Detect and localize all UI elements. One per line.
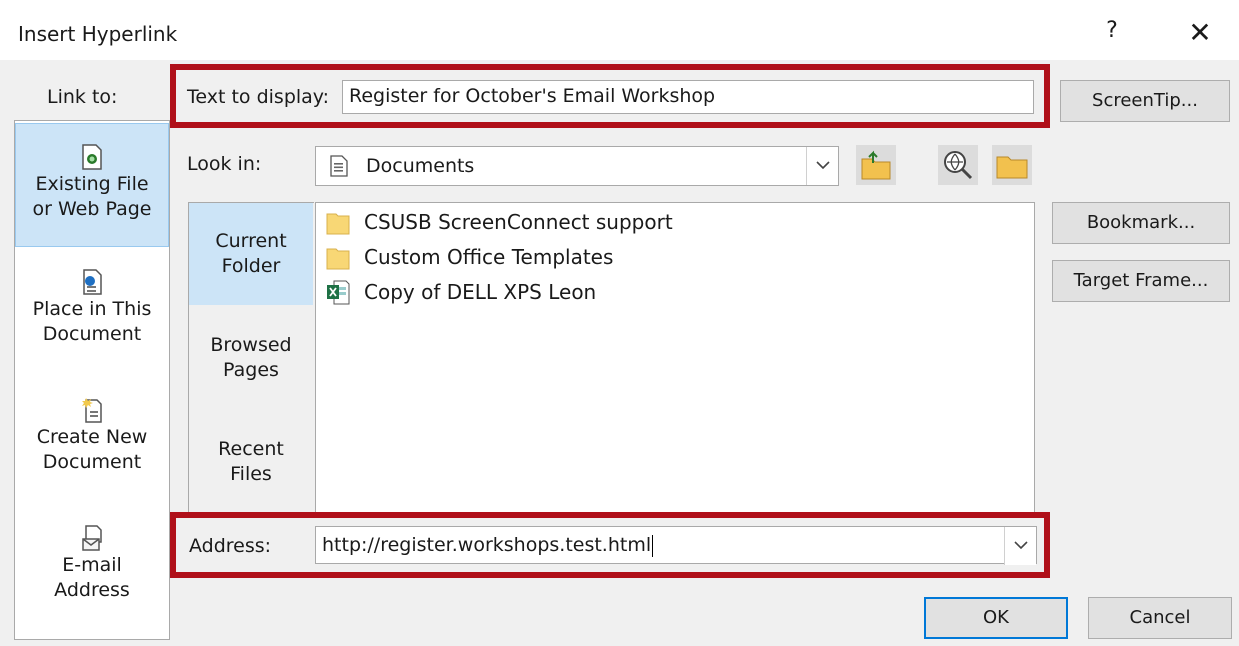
link-to-pane: Existing File or Web Page Place in This …: [14, 120, 170, 640]
link-to-existing-file[interactable]: Existing File or Web Page: [15, 123, 169, 247]
link-to-place-in-document[interactable]: Place in This Document: [15, 269, 169, 379]
target-frame-button[interactable]: Target Frame...: [1052, 260, 1230, 302]
address-input[interactable]: http://register.workshops.test.html: [315, 526, 1037, 565]
title-bar: Insert Hyperlink ? ✕: [0, 0, 1239, 60]
file-name: Copy of DELL XPS Leon: [364, 280, 597, 304]
place-in-document-icon: [83, 269, 102, 295]
new-document-icon: [82, 398, 102, 423]
nav-recent-files-line2: Files: [230, 463, 272, 485]
look-in-value: Documents: [366, 155, 475, 177]
link-to-label: Link to:: [47, 86, 118, 108]
chevron-down-icon: [1014, 541, 1028, 550]
help-button[interactable]: ?: [1098, 18, 1126, 48]
nav-current-folder[interactable]: Current Folder: [189, 203, 313, 305]
browse-file-icon[interactable]: [992, 145, 1032, 185]
link-to-existing-file-line1: Existing File: [35, 173, 149, 195]
look-in-dropdown[interactable]: Documents: [315, 146, 839, 186]
link-to-email-line2: Address: [54, 579, 130, 601]
link-to-place-line2: Document: [42, 323, 142, 345]
link-to-email-address[interactable]: E-mail Address: [15, 525, 169, 635]
link-to-place-line1: Place in This: [32, 298, 152, 320]
link-to-new-line2: Document: [42, 451, 142, 473]
nav-recent-files-line1: Recent: [218, 438, 284, 460]
look-in-label: Look in:: [187, 153, 262, 175]
nav-browsed-pages-line2: Pages: [223, 359, 279, 381]
text-caret: [652, 534, 654, 557]
chevron-down-icon: [816, 161, 830, 170]
close-button[interactable]: ✕: [1182, 16, 1218, 50]
ok-button[interactable]: OK: [924, 597, 1068, 639]
file-name: CSUSB ScreenConnect support: [364, 210, 673, 234]
link-to-email-line1: E-mail: [62, 554, 122, 576]
browse-web-icon[interactable]: [938, 145, 978, 185]
web-page-icon: [82, 144, 102, 170]
dialog-title: Insert Hyperlink: [18, 22, 178, 46]
link-to-new-line1: Create New: [36, 426, 148, 448]
folder-icon: [326, 213, 350, 235]
nav-recent-files[interactable]: Recent Files: [189, 437, 313, 497]
folder-icon: [326, 248, 350, 270]
screentip-button[interactable]: ScreenTip...: [1060, 80, 1230, 122]
cancel-button[interactable]: Cancel: [1088, 597, 1232, 639]
link-to-create-new-document[interactable]: Create New Document: [15, 397, 169, 507]
address-value: http://register.workshops.test.html: [322, 534, 654, 557]
file-name: Custom Office Templates: [364, 245, 614, 269]
address-label: Address:: [189, 535, 272, 557]
file-item[interactable]: Copy of DELL XPS Leon: [326, 275, 596, 309]
nav-browsed-pages-line1: Browsed: [210, 334, 292, 356]
nav-current-folder-line2: Folder: [221, 255, 281, 277]
file-list[interactable]: CSUSB ScreenConnect support Custom Offic…: [315, 202, 1035, 514]
look-in-dropdown-button[interactable]: [806, 147, 838, 185]
nav-current-folder-line1: Current: [215, 230, 287, 252]
bookmark-button[interactable]: Bookmark...: [1052, 202, 1230, 244]
excel-file-icon: [327, 280, 350, 305]
browse-nav-pane: Current Folder Browsed Pages Recent File…: [188, 202, 314, 514]
link-to-existing-file-line2: or Web Page: [32, 198, 152, 220]
up-one-folder-icon[interactable]: [856, 145, 896, 185]
address-text: http://register.workshops.test.html: [322, 534, 652, 556]
address-dropdown-button[interactable]: [1004, 527, 1036, 565]
text-to-display-label: Text to display:: [187, 86, 330, 108]
email-icon: [82, 525, 102, 551]
nav-browsed-pages[interactable]: Browsed Pages: [189, 333, 313, 393]
file-item[interactable]: CSUSB ScreenConnect support: [326, 205, 673, 239]
file-item[interactable]: Custom Office Templates: [326, 240, 613, 274]
text-to-display-input[interactable]: Register for October's Email Workshop: [342, 80, 1034, 114]
documents-folder-icon: [330, 155, 348, 177]
